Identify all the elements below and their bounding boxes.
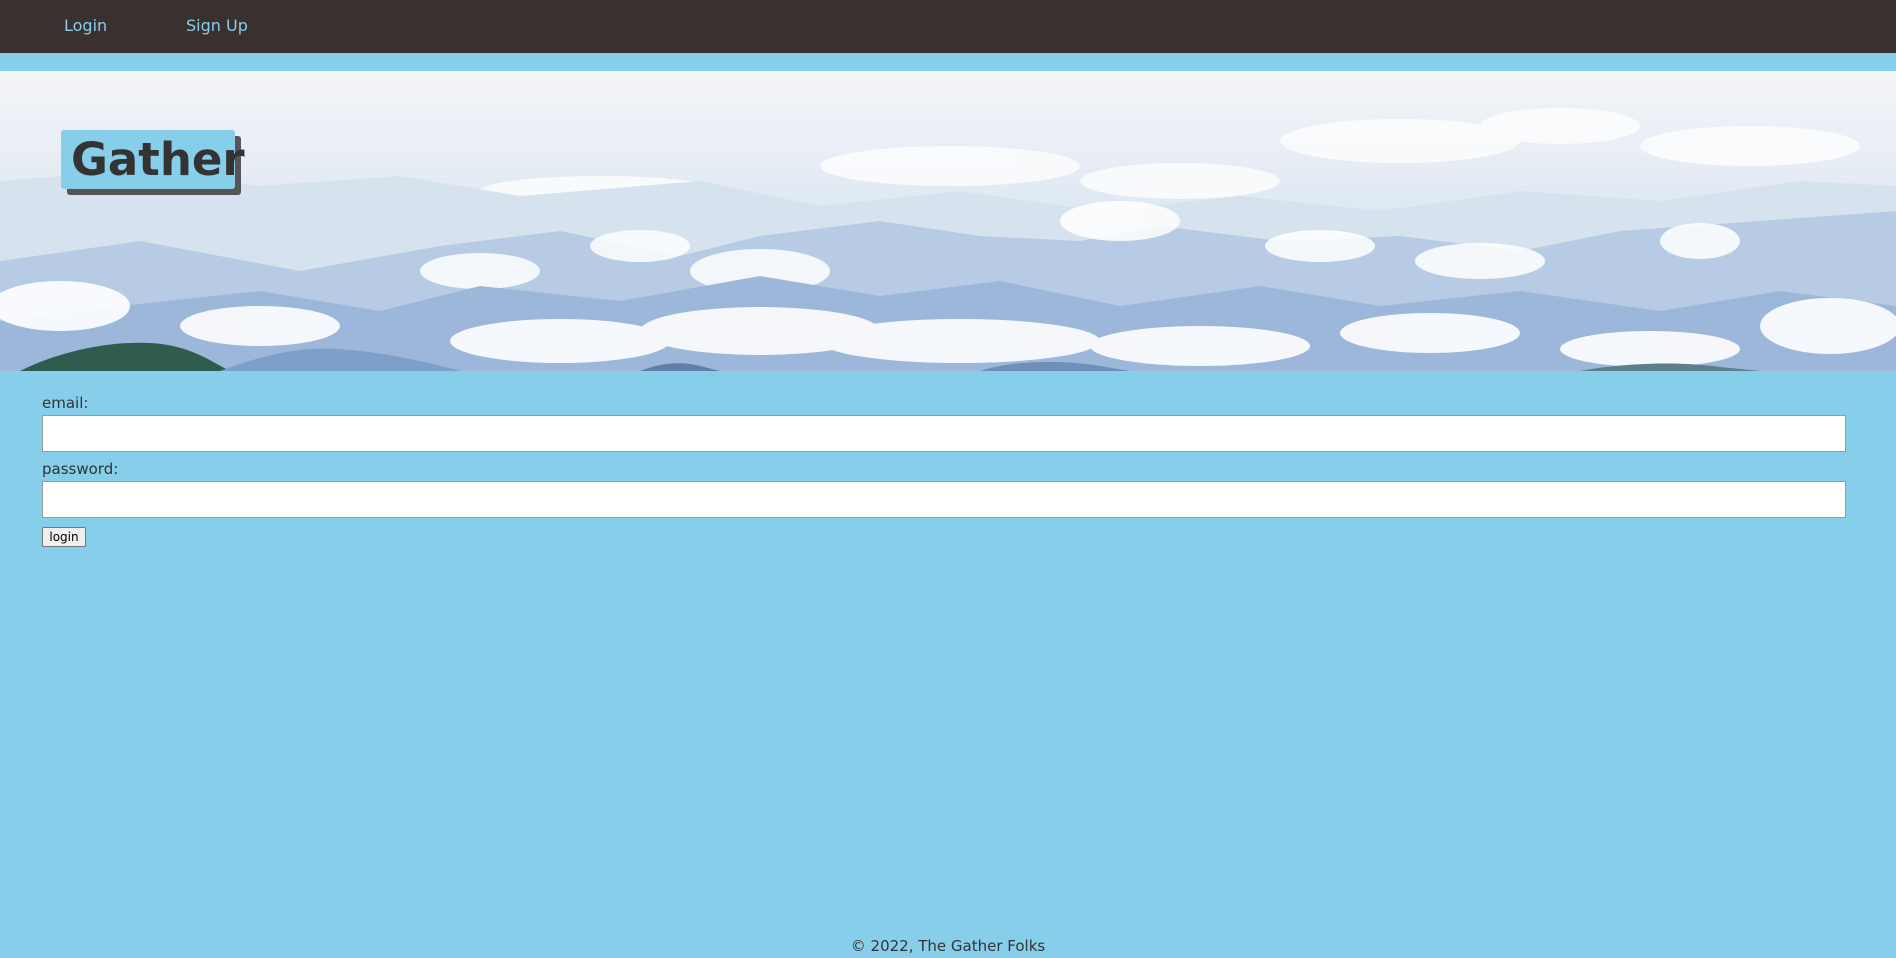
hero-banner: Gather	[0, 71, 1896, 371]
password-label: password:	[42, 460, 119, 478]
email-field[interactable]	[42, 415, 1846, 452]
nav-link-signup[interactable]: Sign Up	[186, 16, 248, 35]
password-field[interactable]	[42, 481, 1846, 518]
site-title: Gather	[71, 133, 245, 186]
nav-link-login[interactable]: Login	[64, 16, 107, 35]
footer-copyright: © 2022, The Gather Folks	[850, 937, 1046, 955]
brand-logo-box: Gather	[61, 130, 245, 189]
login-button[interactable]: login	[42, 527, 86, 547]
mountain-landscape-image	[0, 108, 1896, 371]
top-navbar: Login Sign Up	[0, 0, 1896, 53]
email-label: email:	[42, 394, 89, 412]
